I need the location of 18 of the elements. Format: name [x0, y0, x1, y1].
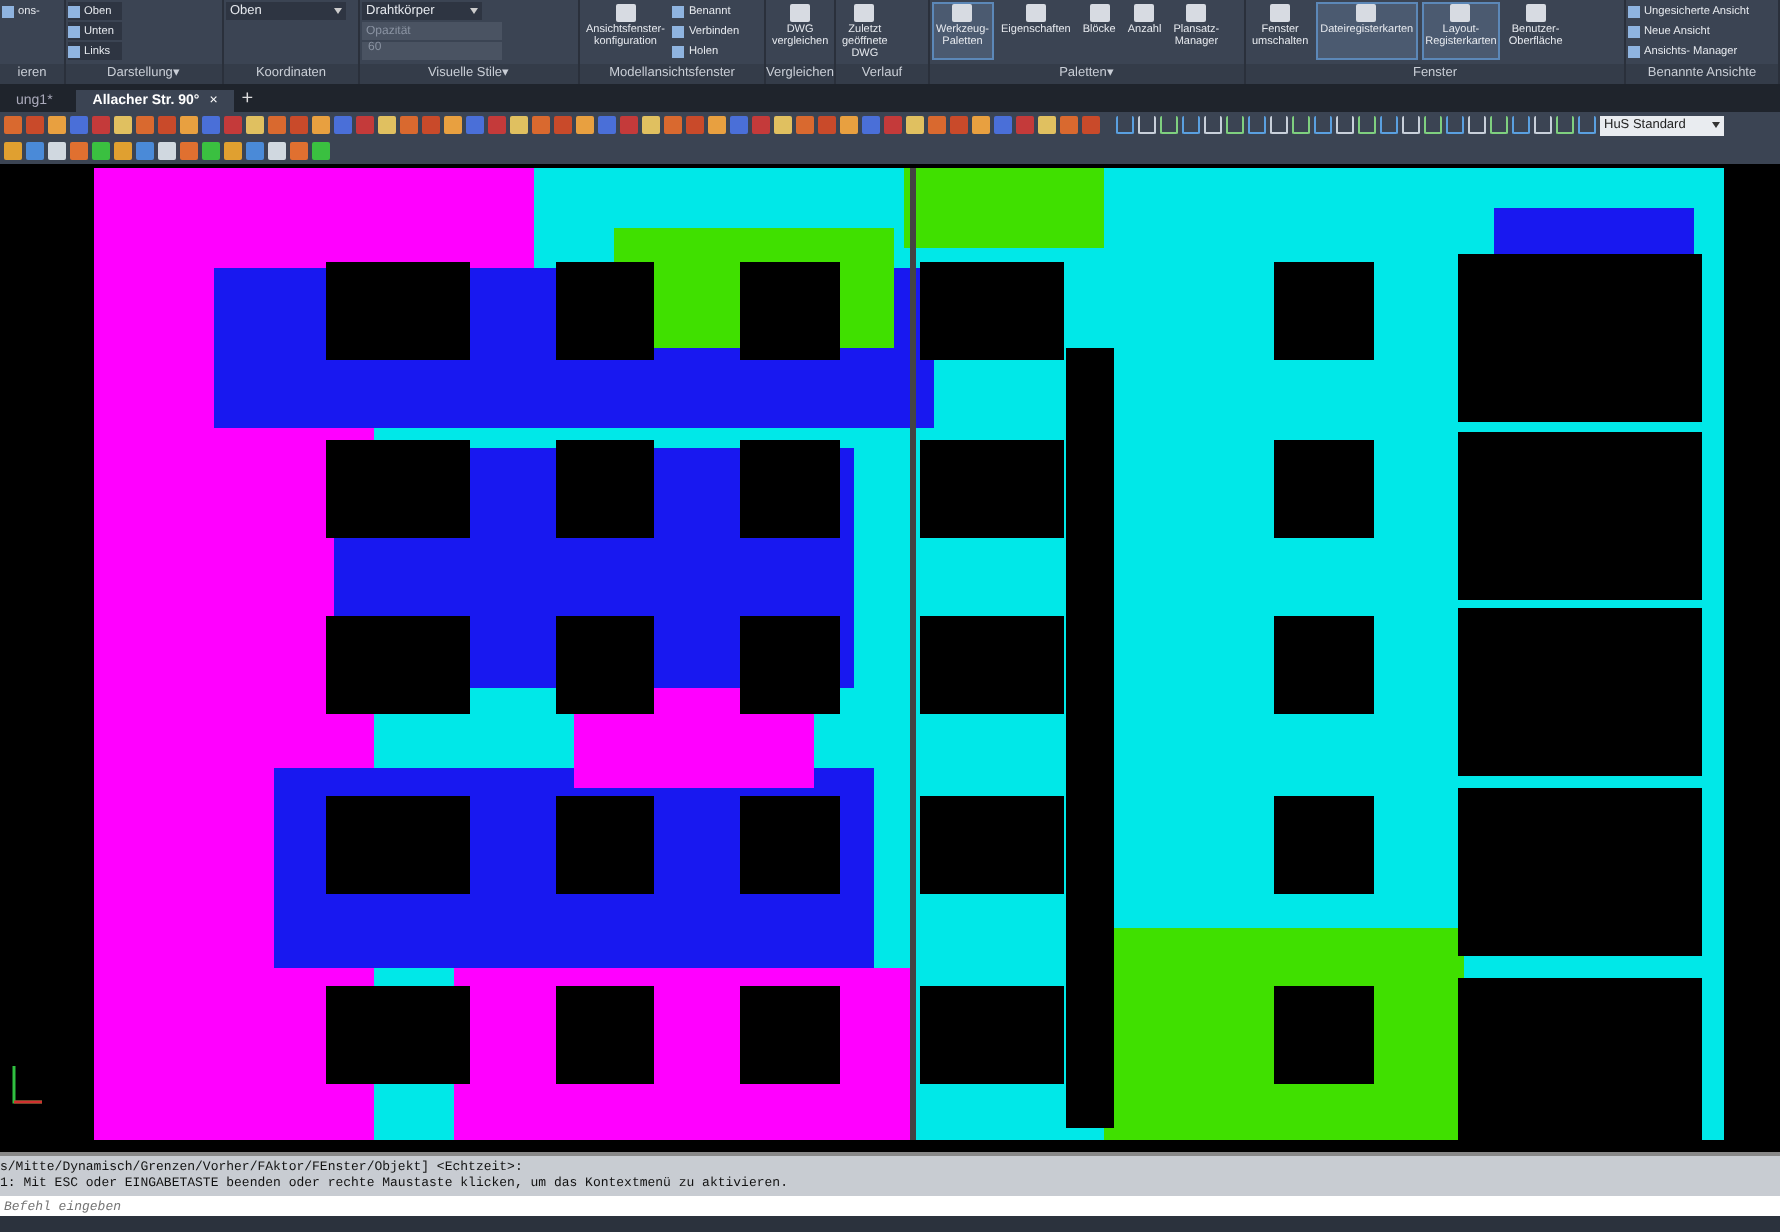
caret-icon — [1712, 122, 1720, 128]
ribbon-tool-icon — [615, 4, 636, 22]
ribbon-tool-icon — [1089, 4, 1110, 22]
ucs-axis-icon — [8, 1064, 44, 1108]
ribbon-tool-icon — [1186, 4, 1207, 22]
ribbon-tool-icon — [1525, 4, 1546, 22]
ribbon-tool-icon — [854, 4, 875, 22]
ribbon-tool-icon — [952, 4, 973, 22]
ribbon-tool-icon — [1450, 4, 1471, 22]
ribbon-tool-icon — [1025, 4, 1046, 22]
caret-icon — [470, 8, 478, 14]
ribbon-tool-icon — [2, 5, 14, 17]
ribbon-tool-icon — [1270, 4, 1291, 22]
caret-icon — [334, 8, 342, 14]
ribbon-tool-icon — [1134, 4, 1155, 22]
ribbon-tool-icon — [1356, 4, 1377, 22]
ribbon-tool-icon — [790, 4, 811, 22]
new-tab-button[interactable]: + — [241, 88, 254, 112]
